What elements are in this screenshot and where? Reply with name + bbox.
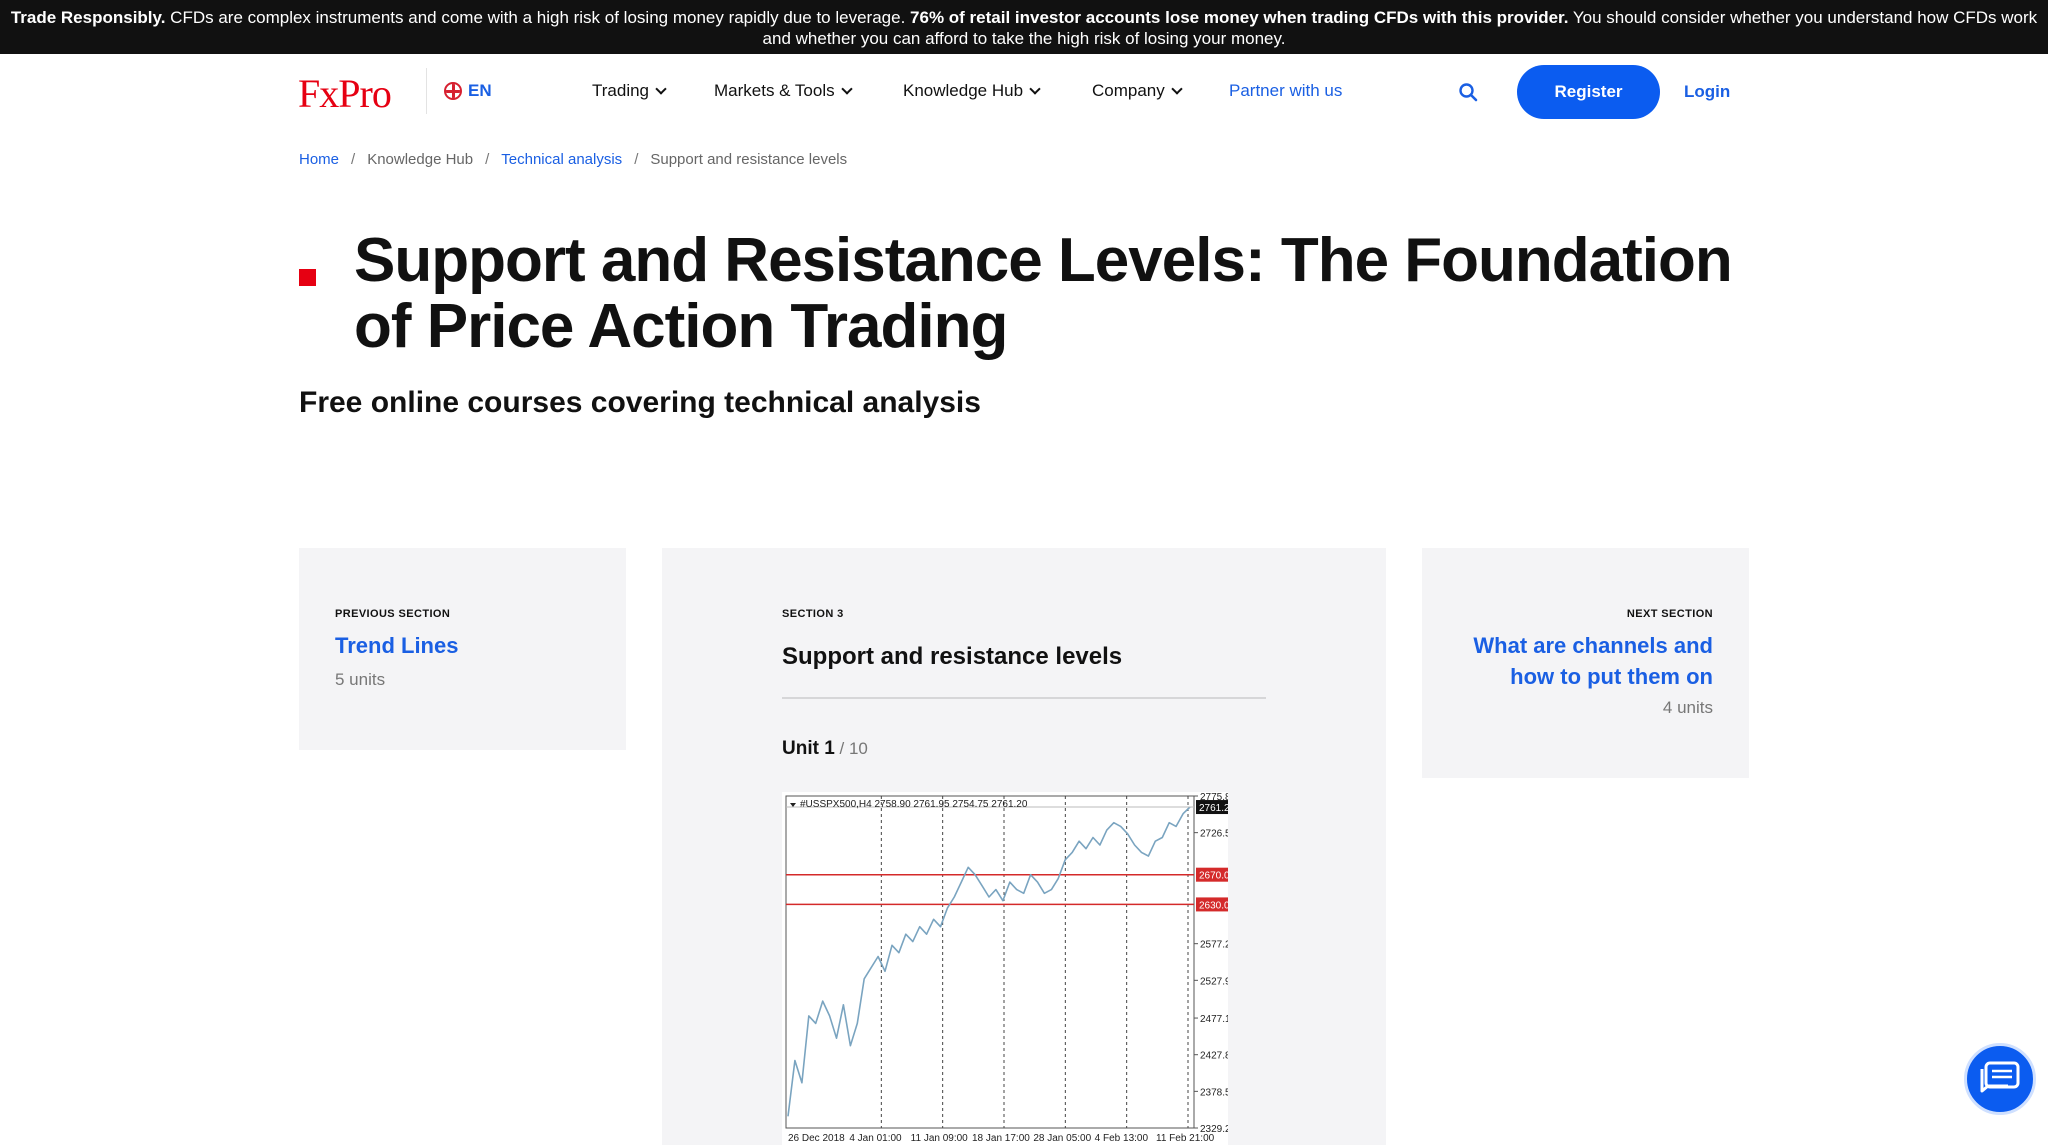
x-tick-label: 4 Jan 01:00: [849, 1133, 902, 1144]
x-tick-label: 18 Jan 17:00: [972, 1133, 1030, 1144]
title-marker: [299, 269, 316, 286]
previous-section-card: PREVIOUS SECTION Trend Lines 5 units: [299, 548, 626, 750]
breadcrumb-knowledge-hub[interactable]: Knowledge Hub: [367, 151, 473, 168]
chart-symbol-label: #USSPX500,H4 2758.90 2761.95 2754.75 276…: [800, 799, 1028, 810]
nav-trading-label: Trading: [592, 81, 650, 100]
header-divider: [426, 68, 427, 114]
next-section-units: 4 units: [1662, 698, 1713, 717]
section-divider: [782, 697, 1266, 699]
site-header: FxPro EN Trading Markets & Tools Knowled…: [0, 54, 2048, 130]
level-price-label: 2630.00: [1199, 900, 1228, 911]
breadcrumb: Home / Knowledge Hub / Technical analysi…: [299, 151, 847, 168]
y-tick-label: 2477.15: [1200, 1014, 1228, 1025]
next-section-eyebrow: NEXT SECTION: [1626, 608, 1713, 620]
language-selector[interactable]: EN: [444, 81, 492, 101]
price-chart-svg: 26 Dec 2018 4 Jan 01:00 11 Jan 09:00 18 Jan…: [782, 792, 1228, 1145]
nav-trading[interactable]: Trading: [592, 81, 667, 101]
x-tick-label: 28 Jan 05:00: [1033, 1133, 1091, 1144]
breadcrumb-separator: /: [351, 151, 356, 168]
register-button[interactable]: Register: [1517, 65, 1660, 119]
current-price-label: 2761.20: [1199, 803, 1228, 814]
chart-background: [782, 792, 1228, 1145]
chat-button[interactable]: [1964, 1043, 2036, 1115]
risk-banner-text-1: CFDs are complex instruments and come wi…: [165, 8, 911, 27]
x-tick-label: 26 Dec 2018: [788, 1133, 845, 1144]
language-label: EN: [468, 81, 492, 100]
nav-knowledge-label: Knowledge Hub: [903, 81, 1024, 100]
breadcrumb-current: Support and resistance levels: [650, 151, 848, 168]
uk-flag-icon: [444, 82, 462, 100]
nav-markets-label: Markets & Tools: [714, 81, 835, 100]
risk-warning-banner: Trade Responsibly. CFDs are complex inst…: [0, 0, 2048, 54]
current-section-eyebrow: SECTION 3: [782, 608, 844, 620]
next-section-card: NEXT SECTION What are channels and how t…: [1422, 548, 1749, 778]
breadcrumb-separator: /: [485, 151, 490, 168]
nav-markets-tools[interactable]: Markets & Tools: [714, 81, 853, 101]
nav-knowledge-hub[interactable]: Knowledge Hub: [903, 81, 1041, 101]
y-tick-label: 2527.90: [1200, 976, 1228, 987]
unit-current: Unit 1: [782, 738, 835, 759]
current-section-title: Support and resistance levels: [782, 643, 1123, 670]
chevron-down-icon: [840, 83, 853, 95]
price-chart: 26 Dec 2018 4 Jan 01:00 11 Jan 09:00 18 Jan…: [782, 792, 1228, 1145]
risk-banner-bold-1: Trade Responsibly.: [10, 8, 166, 27]
breadcrumb-technical-analysis[interactable]: Technical analysis: [501, 151, 622, 168]
nav-partner[interactable]: Partner with us: [1229, 81, 1342, 101]
previous-section-units: 5 units: [335, 670, 386, 689]
chevron-down-icon: [655, 83, 667, 95]
search-icon[interactable]: [1458, 82, 1478, 102]
fxpro-logo[interactable]: FxPro: [298, 70, 392, 117]
nav-company-label: Company: [1092, 81, 1165, 100]
previous-section-link[interactable]: Trend Lines: [335, 630, 458, 661]
y-tick-label: 2726.55: [1200, 829, 1228, 840]
y-tick-label: 2427.85: [1200, 1051, 1228, 1062]
breadcrumb-separator: /: [634, 151, 639, 168]
page-subtitle: Free online courses covering technical a…: [299, 386, 981, 419]
next-section-link[interactable]: What are channels and how to put them on: [1453, 630, 1713, 692]
chevron-down-icon: [1029, 83, 1041, 95]
page-title: Support and Resistance Levels: The Found…: [354, 226, 1733, 361]
y-tick-label: 2378.55: [1200, 1087, 1228, 1098]
breadcrumb-home[interactable]: Home: [299, 151, 339, 168]
current-section-card: SECTION 3 Support and resistance levels …: [662, 548, 1386, 1145]
previous-section-eyebrow: PREVIOUS SECTION: [335, 608, 451, 620]
level-price-label: 2670.00: [1199, 871, 1228, 882]
login-link[interactable]: Login: [1684, 82, 1730, 102]
chevron-down-icon: [1171, 83, 1183, 95]
x-tick-label: 11 Jan 09:00: [911, 1133, 969, 1144]
nav-company[interactable]: Company: [1092, 81, 1183, 101]
x-tick-label: 4 Feb 13:00: [1095, 1133, 1149, 1144]
y-tick-label: 2577.20: [1200, 940, 1228, 951]
chat-icon: [1980, 1061, 2020, 1093]
unit-total: / 10: [834, 739, 868, 758]
risk-banner-bold-2: 76% of retail investor accounts lose mon…: [910, 8, 1569, 27]
y-tick-label: 2329.25: [1200, 1124, 1228, 1135]
unit-indicator: Unit 1 / 10: [782, 738, 868, 760]
